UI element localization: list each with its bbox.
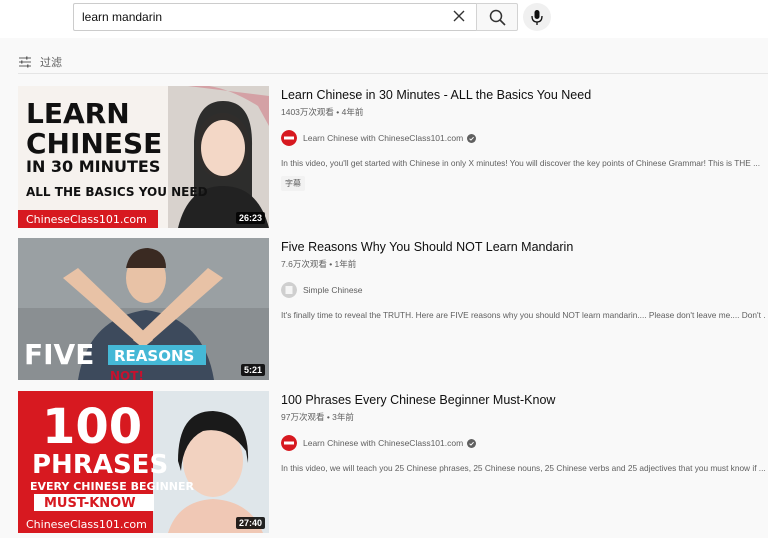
microphone-icon [531, 10, 543, 25]
channel-avatar [281, 130, 297, 146]
video-description: It's finally time to reveal the TRUTH. H… [281, 310, 766, 320]
clear-search-button[interactable] [450, 7, 468, 25]
svg-text:FIVE: FIVE [24, 338, 94, 371]
video-meta: 7.6万次观看 • 1年前 [281, 259, 357, 269]
upload-age: 3年前 [332, 412, 354, 422]
view-count: 7.6万次观看 [281, 259, 327, 269]
svg-text:PHRASES: PHRASES [32, 450, 168, 480]
video-title[interactable]: Learn Chinese in 30 Minutes - ALL the Ba… [281, 87, 768, 103]
video-thumbnail[interactable]: 100 PHRASES EVERY CHINESE BEGINNER MUST-… [18, 391, 269, 533]
channel-link[interactable]: Learn Chinese with ChineseClass101.com [281, 435, 768, 451]
video-info: 100 Phrases Every Chinese Beginner Must-… [281, 391, 768, 473]
channel-link[interactable]: Learn Chinese with ChineseClass101.com [281, 130, 768, 146]
video-thumbnail[interactable]: LEARN CHINESE IN 30 MINUTES ALL THE BASI… [18, 86, 269, 228]
video-result: FIVE REASONS NOT! 5:21 Five Reasons Why … [18, 238, 768, 380]
voice-search-button[interactable] [523, 3, 551, 31]
upload-age: 4年前 [341, 107, 364, 117]
subtitles-badge: 字幕 [281, 176, 305, 191]
video-description: In this video, we will teach you 25 Chin… [281, 463, 766, 473]
channel-name: Learn Chinese with ChineseClass101.com [303, 133, 464, 143]
svg-text:LEARN: LEARN [26, 97, 130, 130]
filter-sliders-icon [19, 56, 31, 68]
video-title[interactable]: 100 Phrases Every Chinese Beginner Must-… [281, 392, 768, 408]
search-button[interactable] [476, 3, 518, 31]
video-thumbnail[interactable]: FIVE REASONS NOT! 5:21 [18, 238, 269, 380]
thumbnail-image: FIVE REASONS NOT! [18, 238, 269, 380]
svg-text:ChineseClass101.com: ChineseClass101.com [26, 518, 147, 531]
upload-age: 1年前 [334, 259, 357, 269]
video-title[interactable]: Five Reasons Why You Should NOT Learn Ma… [281, 239, 768, 255]
video-duration: 26:23 [235, 212, 265, 224]
svg-text:REASONS: REASONS [114, 347, 194, 365]
svg-text:IN 30 MINUTES: IN 30 MINUTES [26, 157, 160, 176]
search-icon [489, 9, 506, 26]
svg-text:100: 100 [42, 399, 142, 455]
divider [18, 73, 768, 74]
video-duration: 5:21 [240, 364, 265, 376]
view-count: 97万次观看 [281, 412, 325, 422]
video-meta: 1403万次观看 • 4年前 [281, 107, 364, 117]
filter-label: 过滤 [40, 57, 62, 69]
svg-text:ChineseClass101.com: ChineseClass101.com [26, 213, 147, 226]
video-info: Five Reasons Why You Should NOT Learn Ma… [281, 238, 768, 320]
video-info: Learn Chinese in 30 Minutes - ALL the Ba… [281, 86, 768, 191]
video-duration: 27:40 [235, 517, 265, 529]
thumbnail-image: LEARN CHINESE IN 30 MINUTES ALL THE BASI… [18, 86, 269, 228]
verified-icon [467, 133, 477, 143]
close-icon [453, 10, 465, 22]
svg-text:CHINESE: CHINESE [26, 127, 162, 160]
video-meta: 97万次观看 • 3年前 [281, 412, 354, 422]
svg-text:ALL THE BASICS YOU NEED: ALL THE BASICS YOU NEED [26, 185, 208, 199]
filter-button[interactable]: 过滤 [18, 54, 62, 70]
channel-avatar [281, 435, 297, 451]
video-result: 100 PHRASES EVERY CHINESE BEGINNER MUST-… [18, 391, 768, 533]
view-count: 1403万次观看 [281, 107, 334, 117]
channel-link[interactable]: Simple Chinese [281, 282, 768, 298]
svg-text:EVERY CHINESE BEGINNER: EVERY CHINESE BEGINNER [30, 480, 195, 493]
video-result: LEARN CHINESE IN 30 MINUTES ALL THE BASI… [18, 86, 768, 228]
svg-text:NOT!: NOT! [110, 369, 144, 380]
svg-text:MUST-KNOW: MUST-KNOW [44, 496, 136, 511]
top-bar [0, 0, 768, 38]
search-input[interactable] [82, 8, 442, 26]
channel-avatar [281, 282, 297, 298]
thumbnail-image: 100 PHRASES EVERY CHINESE BEGINNER MUST-… [18, 391, 269, 533]
video-description: In this video, you'll get started with C… [281, 158, 761, 168]
channel-name: Learn Chinese with ChineseClass101.com [303, 438, 464, 448]
search-box [73, 3, 477, 31]
verified-icon [467, 438, 477, 448]
channel-name: Simple Chinese [303, 285, 363, 295]
